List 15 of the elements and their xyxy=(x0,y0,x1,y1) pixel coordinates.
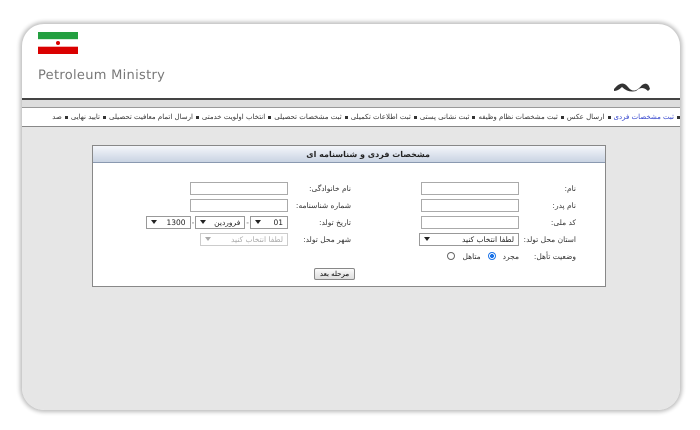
input-field[interactable] xyxy=(190,198,288,212)
radio-button[interactable] xyxy=(447,252,456,260)
caret-icon xyxy=(200,220,206,224)
radio-button[interactable] xyxy=(488,252,496,260)
input-field[interactable] xyxy=(421,198,519,212)
caret-icon xyxy=(255,220,261,224)
site-title: Petroleum Ministry xyxy=(38,68,166,83)
input-field[interactable] xyxy=(421,216,519,228)
input-field[interactable] xyxy=(190,182,288,194)
caret-icon xyxy=(150,220,157,224)
caret-icon xyxy=(205,237,211,241)
caret-icon xyxy=(424,237,430,241)
input-field[interactable] xyxy=(421,182,519,194)
panel-title: مشخصات فردی و شناسنامه ای xyxy=(306,150,430,158)
flag-icon xyxy=(38,32,78,54)
